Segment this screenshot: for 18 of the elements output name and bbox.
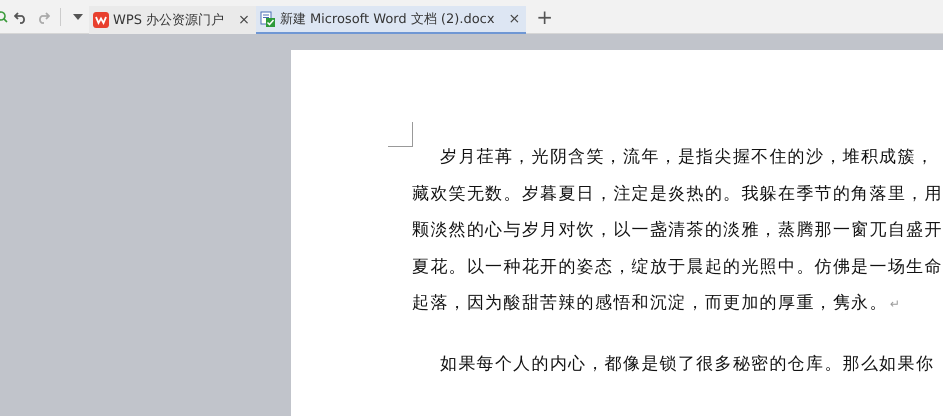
paragraph-mark: ↵	[890, 297, 902, 311]
close-icon[interactable]: ×	[238, 12, 250, 28]
paragraph-text-line: 夏花。以一种花开的姿态，绽放于晨起的光照中。仿佛是一场生命	[412, 256, 943, 276]
document-check-icon	[260, 10, 276, 26]
tab[interactable]: 新建 Microsoft Word 文档 (2).docx ×	[256, 6, 526, 34]
paragraph-text-line: 藏欢笑无数。岁暮夏日，注定是炎热的。我躲在季节的角落里，用	[412, 184, 943, 204]
close-icon[interactable]: ×	[508, 10, 520, 26]
margin-corner-icon	[388, 122, 413, 147]
wps-logo-icon	[93, 12, 109, 28]
paragraph-text-line: 岁月荏苒，光阴含笑，流年，是指尖握不住的沙，堆积成簇，	[440, 147, 934, 167]
paragraph-text-line: 如果每个人的内心，都像是锁了很多秘密的仓库。那么如果你	[440, 354, 934, 374]
undo-icon[interactable]	[14, 10, 28, 24]
dropdown-caret-icon[interactable]	[73, 14, 83, 20]
paragraph-text-line: 起落，因为酸甜苦辣的感悟和沉淀，而更加的厚重，隽永。	[412, 293, 888, 313]
search-icon[interactable]	[0, 10, 8, 24]
paragraph-text-line: 颗淡然的心与岁月对饮，以一盏清茶的淡雅，蒸腾那一窗兀自盛开	[412, 220, 943, 240]
tab[interactable]: WPS 办公资源门户 ×	[89, 6, 256, 34]
new-tab-button[interactable]: +	[536, 6, 554, 26]
